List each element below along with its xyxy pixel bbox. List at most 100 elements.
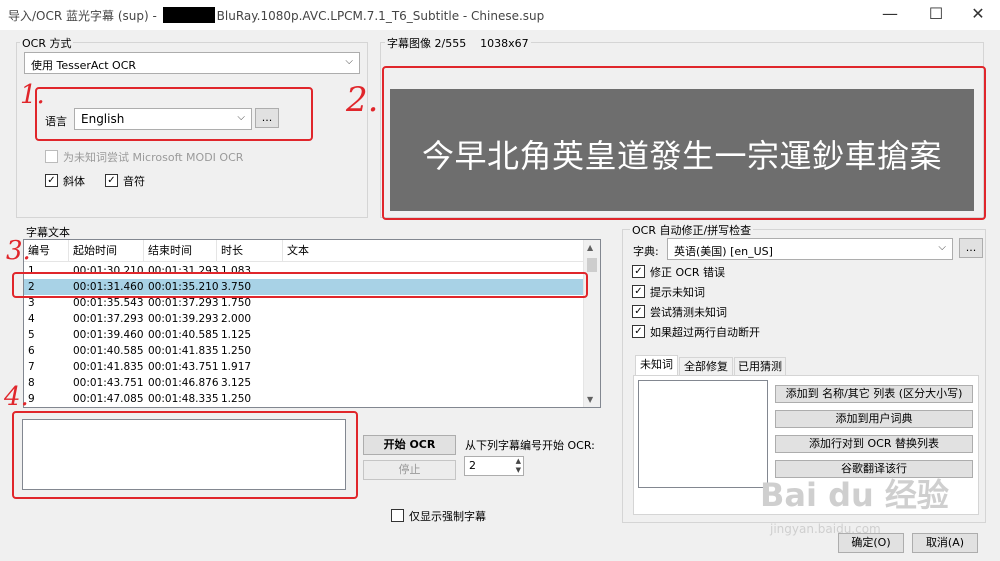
prompt-unknown-label: 提示未知词 xyxy=(650,286,705,299)
column-header-end[interactable]: 结束时间 xyxy=(144,240,217,262)
cell-number: 4 xyxy=(28,313,35,325)
cell-text xyxy=(283,311,287,327)
column-header-start[interactable]: 起始时间 xyxy=(69,240,144,262)
cell-end: 00:01:46.876 xyxy=(148,377,219,389)
add-to-names-button[interactable]: 添加到 名称/其它 列表 (区分大小写) xyxy=(775,385,973,403)
annotation-box-3 xyxy=(12,272,588,298)
chevron-down-icon: ⌵ xyxy=(938,242,946,253)
ocr-method-select[interactable]: 使用 TesserAct OCR ⌵ xyxy=(24,52,360,74)
prompt-unknown-checkbox[interactable]: ✓ xyxy=(632,285,645,298)
dictionary-browse-button[interactable]: ... xyxy=(959,238,983,258)
cell-duration: 2.000 xyxy=(221,313,252,325)
cell-duration: 1.125 xyxy=(221,329,252,341)
table-row[interactable]: 8 00:01:43.751 00:01:46.876 3.125 xyxy=(24,375,590,391)
scroll-thumb[interactable] xyxy=(587,258,597,272)
redaction-block xyxy=(162,7,215,23)
subtitle-list-scrollbar[interactable]: ▲ ▼ xyxy=(583,240,600,407)
cell-duration: 3.125 xyxy=(221,377,252,389)
annotation-number-3: 3. xyxy=(6,236,31,266)
table-row[interactable]: 6 00:01:40.585 00:01:41.835 1.250 xyxy=(24,343,590,359)
cancel-button[interactable]: 取消(A) xyxy=(912,533,978,553)
music-label: 音符 xyxy=(123,175,145,188)
tab-used-guesses[interactable]: 已用猜测 xyxy=(734,357,786,375)
italic-label: 斜体 xyxy=(63,175,85,188)
ocr-method-label: OCR 方式 xyxy=(20,35,74,51)
annotation-number-4: 4. xyxy=(4,382,29,412)
window-title: 导入/OCR 蓝光字幕 (sup) - BluRay.1080p.AVC.LPC… xyxy=(8,7,544,24)
forced-only-checkbox[interactable] xyxy=(391,509,404,522)
table-row[interactable]: 7 00:01:41.835 00:01:43.751 1.917 xyxy=(24,359,590,375)
close-button[interactable]: ✕ xyxy=(956,0,1000,30)
cell-text xyxy=(283,327,287,343)
cell-start: 00:01:37.293 xyxy=(73,313,144,325)
subtitle-list[interactable]: 编号 起始时间 结束时间 时长 文本 1 00:01:30.210 00:01:… xyxy=(23,239,601,408)
watermark-logo: Bai du 经验 xyxy=(760,476,949,514)
autocorrect-label: OCR 自动修正/拼写检查 xyxy=(630,222,754,238)
modi-checkbox[interactable] xyxy=(45,150,58,163)
chevron-down-icon: ⌵ xyxy=(345,56,353,67)
table-row[interactable]: 5 00:01:39.460 00:01:40.585 1.125 xyxy=(24,327,590,343)
subtitle-text-label: 字幕文本 xyxy=(24,224,72,240)
guess-unknown-checkbox[interactable]: ✓ xyxy=(632,305,645,318)
cell-duration: 1.917 xyxy=(221,361,252,373)
column-header-text[interactable]: 文本 xyxy=(283,240,590,262)
stop-ocr-button[interactable]: 停止 xyxy=(363,460,456,480)
cell-start: 00:01:41.835 xyxy=(73,361,144,373)
italic-checkbox[interactable]: ✓ xyxy=(45,174,58,187)
cell-end: 00:01:41.835 xyxy=(148,345,219,357)
cell-end: 00:01:40.585 xyxy=(148,329,219,341)
start-from-spinner[interactable]: 2 ▲ ▼ xyxy=(464,456,524,476)
cell-number: 6 xyxy=(28,345,35,357)
minimize-button[interactable]: — xyxy=(868,0,912,30)
watermark-url: jingyan.baidu.com xyxy=(770,522,881,536)
start-from-value: 2 xyxy=(469,459,476,472)
add-to-user-dict-button[interactable]: 添加到用户词典 xyxy=(775,410,973,428)
auto-break-checkbox[interactable]: ✓ xyxy=(632,325,645,338)
tab-fix-all[interactable]: 全部修复 xyxy=(679,357,733,375)
ocr-method-value: 使用 TesserAct OCR xyxy=(31,59,137,72)
cell-duration: 1.250 xyxy=(221,345,252,357)
annotation-number-2: 2. xyxy=(346,80,379,120)
spinner-arrows-icon[interactable]: ▲ ▼ xyxy=(516,457,521,475)
subtitle-image-label: 字幕图像 2/555 1038x67 xyxy=(385,35,531,51)
scroll-down-icon[interactable]: ▼ xyxy=(587,395,593,404)
cell-end: 00:01:43.751 xyxy=(148,361,219,373)
auto-break-label: 如果超过两行自动断开 xyxy=(650,326,760,339)
annotation-box-2 xyxy=(382,66,986,220)
forced-only-label: 仅显示强制字幕 xyxy=(409,510,486,523)
start-ocr-button[interactable]: 开始 OCR xyxy=(363,435,456,455)
dictionary-select[interactable]: 英语(美国) [en_US] ⌵ xyxy=(667,238,953,260)
cell-start: 00:01:47.085 xyxy=(73,393,144,405)
add-to-ocr-replace-button[interactable]: 添加行对到 OCR 替换列表 xyxy=(775,435,973,453)
subtitle-list-header: 编号 起始时间 结束时间 时长 文本 xyxy=(24,240,590,262)
annotation-number-1: 1. xyxy=(20,80,45,110)
column-header-duration[interactable]: 时长 xyxy=(217,240,283,262)
cell-duration: 1.250 xyxy=(221,393,252,405)
modi-label: 为未知词尝试 Microsoft MODI OCR xyxy=(63,151,244,164)
fix-ocr-errors-label: 修正 OCR 错误 xyxy=(650,266,725,279)
guess-unknown-label: 尝试猜测未知词 xyxy=(650,306,727,319)
start-from-label: 从下列字幕编号开始 OCR: xyxy=(465,439,595,452)
table-row[interactable]: 4 00:01:37.293 00:01:39.293 2.000 xyxy=(24,311,590,327)
annotation-box-4 xyxy=(12,411,358,499)
music-checkbox[interactable]: ✓ xyxy=(105,174,118,187)
dictionary-label: 字典: xyxy=(633,245,659,258)
fix-ocr-errors-checkbox[interactable]: ✓ xyxy=(632,265,645,278)
unknown-words-list[interactable] xyxy=(638,380,768,488)
title-bar: 导入/OCR 蓝光字幕 (sup) - BluRay.1080p.AVC.LPC… xyxy=(0,0,1000,30)
cell-text xyxy=(283,375,287,391)
cell-end: 00:01:39.293 xyxy=(148,313,219,325)
scroll-up-icon[interactable]: ▲ xyxy=(587,243,593,252)
cell-start: 00:01:39.460 xyxy=(73,329,144,341)
tab-unknown-words[interactable]: 未知词 xyxy=(635,355,678,375)
ok-button[interactable]: 确定(O) xyxy=(838,533,904,553)
dictionary-value: 英语(美国) [en_US] xyxy=(674,245,773,258)
annotation-box-1 xyxy=(35,87,313,141)
cell-number: 7 xyxy=(28,361,35,373)
maximize-button[interactable]: ☐ xyxy=(914,0,958,30)
table-row[interactable]: 9 00:01:47.085 00:01:48.335 1.250 xyxy=(24,391,590,407)
cell-start: 00:01:40.585 xyxy=(73,345,144,357)
cell-text xyxy=(283,391,287,407)
cell-text xyxy=(283,343,287,359)
cell-number: 5 xyxy=(28,329,35,341)
